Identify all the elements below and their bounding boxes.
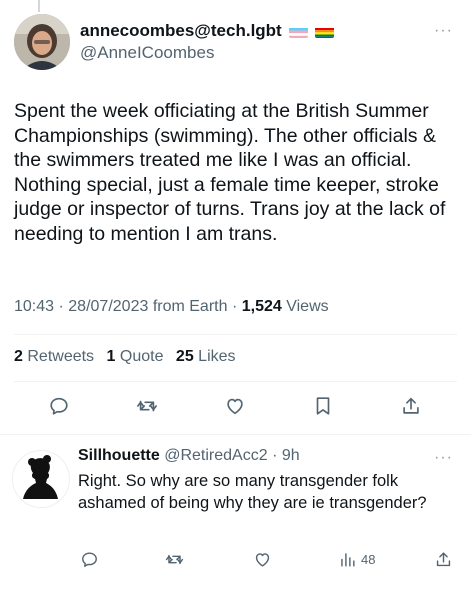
like-icon bbox=[227, 398, 243, 415]
retweet-button[interactable] bbox=[161, 546, 187, 572]
divider bbox=[14, 381, 457, 382]
display-name[interactable]: annecoombes@tech.lgbt bbox=[80, 20, 334, 42]
thread-line bbox=[38, 0, 40, 12]
like-icon bbox=[255, 552, 269, 567]
reply-display-name[interactable]: Sillhouette bbox=[78, 447, 160, 464]
share-button[interactable] bbox=[430, 546, 456, 572]
retweets-label: Retweets bbox=[27, 348, 95, 365]
reply-button[interactable] bbox=[46, 393, 72, 419]
meta-separator: · bbox=[58, 298, 69, 315]
bookmark-button[interactable] bbox=[310, 393, 336, 419]
bookmark-icon bbox=[316, 397, 330, 415]
tweet-actions bbox=[0, 393, 471, 423]
quotes-stat[interactable]: 1 Quote bbox=[107, 348, 164, 365]
likes-count: 25 bbox=[175, 348, 194, 365]
reply-icon bbox=[50, 397, 68, 415]
retweets-count: 2 bbox=[14, 348, 23, 365]
tweet-time[interactable]: 10:43 bbox=[14, 298, 54, 315]
likes-stat[interactable]: 25 Likes bbox=[176, 348, 236, 365]
reply-button[interactable] bbox=[76, 546, 102, 572]
like-button[interactable] bbox=[249, 546, 275, 572]
reply-text: Right. So why are so many transgender fo… bbox=[78, 472, 427, 512]
views-label: Views bbox=[286, 298, 329, 315]
views-count: 1,524 bbox=[241, 298, 282, 315]
like-button[interactable] bbox=[222, 393, 248, 419]
rainbow-flag-icon bbox=[314, 25, 334, 38]
meta-separator: · bbox=[231, 298, 242, 315]
tweet-source: from Earth bbox=[152, 298, 228, 315]
reply-views-count: 48 bbox=[361, 551, 376, 567]
reply-avatar[interactable] bbox=[12, 450, 70, 508]
tweet-date[interactable]: 28/07/2023 bbox=[68, 298, 148, 315]
views-icon bbox=[341, 552, 355, 567]
more-icon[interactable]: ··· bbox=[434, 449, 453, 467]
retweets-stat[interactable]: 2 Retweets bbox=[14, 348, 94, 365]
meta-separator: · bbox=[267, 447, 282, 464]
share-icon bbox=[403, 397, 419, 414]
likes-label: Likes bbox=[198, 348, 236, 365]
reply-age[interactable]: 9h bbox=[282, 447, 300, 464]
quotes-count: 1 bbox=[106, 348, 116, 365]
reply-header: Sillhouette @RetiredAcc2 · 9h bbox=[78, 447, 300, 465]
retweet-icon bbox=[165, 554, 183, 564]
author-block: annecoombes@tech.lgbt @AnneICoombes bbox=[80, 20, 334, 64]
handle[interactable]: @AnneICoombes bbox=[80, 42, 334, 64]
divider bbox=[14, 334, 457, 335]
tweet-text: Spent the week officiating at the Britis… bbox=[14, 100, 446, 245]
retweet-icon bbox=[137, 400, 157, 412]
tweet-meta: 10:43 · 28/07/2023 from Earth · 1,524 Vi… bbox=[14, 298, 329, 316]
reply-icon bbox=[81, 551, 97, 567]
more-icon[interactable]: ··· bbox=[434, 22, 453, 40]
share-icon bbox=[436, 551, 450, 566]
reply-handle[interactable]: @RetiredAcc2 bbox=[164, 447, 267, 464]
views-button[interactable]: 48 bbox=[338, 546, 390, 572]
reply-actions: 48 bbox=[0, 546, 471, 572]
engagement-stats: 2 Retweets 1 Quote 25 Likes bbox=[14, 348, 244, 366]
display-name-text[interactable]: annecoombes@tech.lgbt bbox=[80, 20, 282, 42]
retweet-button[interactable] bbox=[134, 393, 160, 419]
share-button[interactable] bbox=[398, 393, 424, 419]
divider bbox=[0, 434, 471, 435]
trans-flag-icon bbox=[288, 25, 308, 38]
quotes-label: Quote bbox=[119, 348, 164, 365]
avatar[interactable] bbox=[14, 14, 70, 70]
